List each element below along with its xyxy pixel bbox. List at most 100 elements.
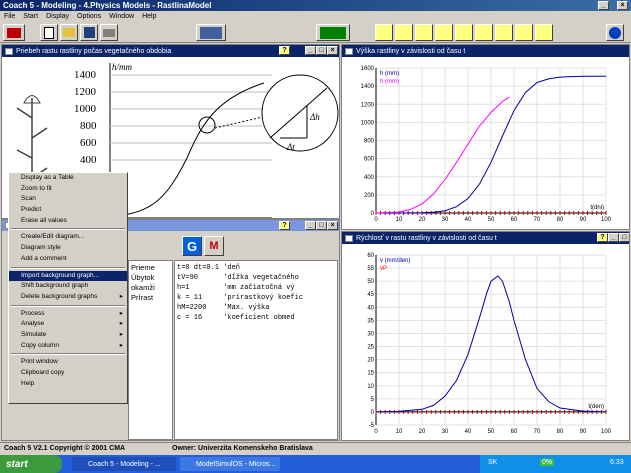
- x-tick-label: 100: [601, 217, 612, 223]
- model-close-button[interactable]: ×: [327, 221, 338, 230]
- context-menu-item[interactable]: Diagram style: [9, 243, 127, 254]
- bg-delta-t: Δt: [286, 142, 295, 152]
- context-menu-item[interactable]: Help: [9, 379, 127, 390]
- left-top-info-button[interactable]: ?: [279, 46, 290, 55]
- menu-help[interactable]: Help: [138, 13, 160, 20]
- left-top-max-button[interactable]: □: [316, 46, 327, 55]
- y-tick-label: 600: [364, 157, 375, 163]
- model-desc-area[interactable]: Prieme Úbytok okamži Prírast: [128, 260, 173, 440]
- folder-icon: [63, 28, 75, 37]
- context-menu-item-label: Simulate: [21, 330, 47, 338]
- context-menu-item[interactable]: Erase all values: [9, 216, 127, 227]
- bg-y-tick: 600: [80, 137, 97, 149]
- context-menu-item[interactable]: Clipboard copy: [9, 368, 127, 379]
- velocity-info-button[interactable]: ?: [597, 233, 608, 242]
- context-menu-item[interactable]: Shift background graph: [9, 281, 127, 292]
- x-tick-label: 20: [419, 217, 426, 223]
- taskbar: start Coach 5 - Modeling - ... ModelSimu…: [0, 455, 631, 473]
- taskbar-item-label: ModelSimulOS - Micros...: [196, 460, 276, 468]
- x-tick-label: 30: [442, 217, 449, 223]
- context-menu-item[interactable]: Import background graph...: [9, 270, 127, 282]
- y-tick-label: 1000: [361, 120, 375, 126]
- back-button[interactable]: [3, 24, 25, 41]
- context-menu-item[interactable]: Delete background graphs ▸: [9, 292, 127, 303]
- help-button[interactable]: [606, 24, 624, 41]
- tray-battery[interactable]: 0%: [540, 459, 555, 466]
- tool-8-icon[interactable]: [515, 24, 533, 41]
- velocity-min-button[interactable]: _: [608, 233, 619, 242]
- code-line: k = 11 'prírastkový koefic: [177, 294, 304, 302]
- context-menu-item[interactable]: Add a comment: [9, 254, 127, 265]
- panel-icon: [345, 234, 353, 242]
- y-tick-label: 10: [367, 384, 374, 390]
- context-menu-item[interactable]: Zoom to fit: [9, 184, 127, 195]
- run-button[interactable]: [316, 24, 350, 41]
- submenu-arrow-icon: ▸: [119, 330, 123, 338]
- context-menu-item[interactable]: Process ▸: [9, 309, 127, 320]
- start-button[interactable]: start: [0, 455, 62, 473]
- graph-mode-label: G: [186, 238, 198, 254]
- context-menu-item[interactable]: Copy column ▸: [9, 341, 127, 352]
- height-chart-panel: Výška rastliny v závislosti od času t 0 1…: [341, 44, 630, 230]
- context-menu-item[interactable]: Create/Edit diagram...: [9, 232, 127, 243]
- x-tick-label: 70: [534, 217, 541, 223]
- tool-2-icon[interactable]: [395, 24, 413, 41]
- menu-file[interactable]: File: [0, 13, 19, 20]
- new-file-icon: [44, 26, 54, 39]
- desc-line: okamži: [131, 283, 155, 292]
- context-menu-item[interactable]: Simulate ▸: [9, 330, 127, 341]
- minimize-button[interactable]: _: [598, 1, 609, 10]
- save-button[interactable]: [80, 24, 98, 41]
- y-tick-label: 800: [364, 139, 375, 145]
- menu-start[interactable]: Start: [19, 13, 42, 20]
- model-info-button[interactable]: ?: [279, 221, 290, 230]
- tool-7-icon[interactable]: [495, 24, 513, 41]
- tool-4-icon[interactable]: [435, 24, 453, 41]
- context-menu-item-label: Diagram style: [21, 244, 61, 252]
- model-max-button[interactable]: □: [316, 221, 327, 230]
- taskbar-item-word[interactable]: ModelSimulOS - Micros...: [180, 457, 280, 471]
- x-tick-label: 30: [442, 429, 449, 435]
- model-min-button[interactable]: _: [305, 221, 316, 230]
- print-button[interactable]: [100, 24, 118, 41]
- bg-zoom-detail-circle: [261, 74, 339, 152]
- panel-icon: [5, 47, 13, 55]
- code-line: c = 16 'koeficient obmed: [177, 314, 295, 322]
- context-menu-item[interactable]: Print window: [9, 357, 127, 368]
- left-top-min-button[interactable]: _: [305, 46, 316, 55]
- x-tick-label: 40: [465, 217, 472, 223]
- context-menu-item[interactable]: Scan: [9, 194, 127, 205]
- context-menu-item-label: Scan: [21, 195, 36, 203]
- y-tick-label: 1400: [361, 84, 375, 90]
- left-top-close-button[interactable]: ×: [327, 46, 338, 55]
- model-button[interactable]: [196, 24, 226, 41]
- tool-1-icon[interactable]: [375, 24, 393, 41]
- menu-options[interactable]: Options: [73, 13, 105, 20]
- open-button[interactable]: [60, 24, 78, 41]
- model-code-area[interactable]: t=0 dt=0.1 'deň tV=90 'dĺžka vegetačného h…: [174, 260, 338, 440]
- menu-separator: [11, 304, 125, 307]
- model-mode-button[interactable]: M: [204, 236, 224, 256]
- context-menu-item-label: Clipboard copy: [21, 369, 65, 376]
- context-menu-item[interactable]: Display as a Table: [9, 173, 127, 184]
- tool-3-icon[interactable]: [415, 24, 433, 41]
- tool-5-icon[interactable]: [455, 24, 473, 41]
- bg-y-tick: 1200: [74, 86, 97, 98]
- menu-window[interactable]: Window: [105, 13, 138, 20]
- x-tick-label: 50: [488, 217, 495, 223]
- bg-y-unit: h/mm: [112, 62, 133, 72]
- taskbar-item-coach[interactable]: Coach 5 - Modeling - ...: [72, 457, 176, 471]
- close-button[interactable]: ×: [617, 1, 628, 10]
- x-tick-label: 10: [396, 429, 403, 435]
- graph-mode-button[interactable]: G: [182, 236, 202, 256]
- new-button[interactable]: [40, 24, 58, 41]
- tray-language[interactable]: SK: [488, 459, 497, 466]
- velocity-max-button[interactable]: □: [619, 233, 629, 242]
- context-menu-item[interactable]: Analyse ▸: [9, 319, 127, 330]
- tool-9-icon[interactable]: [535, 24, 553, 41]
- tool-6-icon[interactable]: [475, 24, 493, 41]
- context-menu-item-label: Erase all values: [21, 216, 67, 224]
- menu-display[interactable]: Display: [42, 13, 73, 20]
- context-menu-item[interactable]: Predict: [9, 205, 127, 216]
- code-line: t=0 dt=0.1 'deň: [177, 264, 241, 272]
